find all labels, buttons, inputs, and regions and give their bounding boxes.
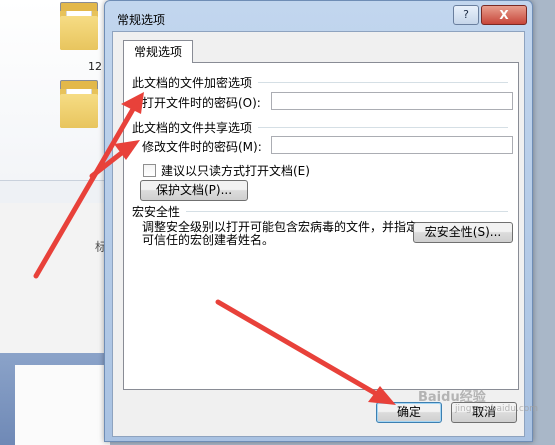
tab-general-options[interactable]: 常规选项 [123, 40, 194, 63]
general-options-dialog: 常规选项 ? X 常规选项 此文档的文件加密选项 打开文件时的密码(O): 此文… [104, 0, 533, 442]
watermark-text: Baidu经验 [418, 390, 486, 405]
folder-icon[interactable] [60, 2, 98, 50]
background-explorer: 12 标 [0, 0, 110, 445]
dialog-title: 常规选项 [117, 13, 166, 27]
explorer-lower-panel [0, 203, 110, 353]
section-divider [258, 82, 508, 83]
ok-button[interactable]: 确定 [376, 402, 442, 423]
explorer-file-area: 12 [0, 0, 110, 180]
explorer-separator [0, 180, 110, 204]
help-button[interactable]: ? [453, 5, 479, 25]
open-password-input[interactable] [271, 92, 513, 110]
dialog-client-area: 常规选项 此文档的文件加密选项 打开文件时的密码(O): 此文档的文件共享选项 … [112, 31, 525, 437]
readonly-checkbox[interactable] [143, 164, 156, 177]
macro-section-title: 宏安全性 [132, 205, 181, 219]
section-divider [258, 127, 508, 128]
background-panel [15, 365, 110, 445]
modify-password-input[interactable] [271, 136, 513, 154]
folder-icon[interactable] [60, 80, 98, 128]
macro-description: 调整安全级别以打开可能包含宏病毒的文件，并指定可信任的宏创建者姓名。 [142, 220, 419, 247]
modify-password-label: 修改文件时的密码(M): [142, 140, 262, 154]
open-password-label: 打开文件时的密码(O): [142, 96, 261, 110]
section-divider [186, 211, 508, 212]
watermark-subtext: jingyan.baidu.com [455, 404, 539, 414]
protect-document-button[interactable]: 保护文档(P)... [140, 180, 248, 201]
readonly-label: 建议以只读方式打开文档(E) [161, 164, 310, 178]
close-button[interactable]: X [481, 5, 527, 25]
encrypt-section-title: 此文档的文件加密选项 [132, 76, 253, 90]
tab-panel: 此文档的文件加密选项 打开文件时的密码(O): 此文档的文件共享选项 修改文件时… [123, 62, 519, 390]
share-section-title: 此文档的文件共享选项 [132, 121, 253, 135]
macro-security-button[interactable]: 宏安全性(S)... [413, 222, 513, 243]
folder-label: 12 [88, 60, 102, 73]
